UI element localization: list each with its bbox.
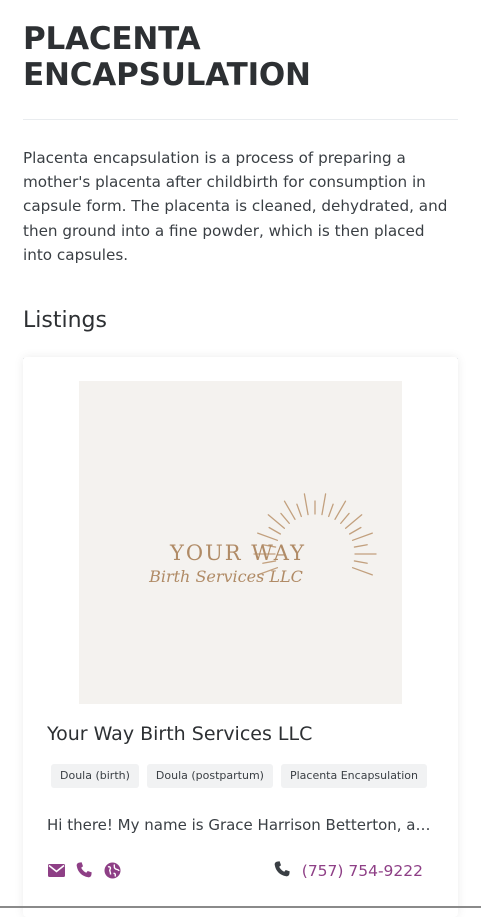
phone-icon[interactable] bbox=[75, 861, 93, 879]
globe-icon[interactable] bbox=[103, 861, 121, 879]
sun-ray bbox=[280, 512, 290, 525]
sun-ray bbox=[257, 532, 279, 541]
listing-excerpt: Hi there! My name is Grace Harrison Bett… bbox=[47, 816, 437, 834]
page-title-line-1: PLACENTA bbox=[23, 21, 201, 57]
sun-ray bbox=[321, 493, 327, 516]
phone-icon bbox=[274, 861, 290, 881]
sun-ray bbox=[353, 560, 368, 564]
sun-ray bbox=[348, 526, 362, 535]
category-description: Placenta encapsulation is a process of p… bbox=[23, 149, 448, 264]
divider bbox=[23, 119, 458, 120]
logo-text-line-2: Birth Services LLC bbox=[148, 567, 303, 586]
sun-ray bbox=[344, 514, 363, 529]
sun-ray bbox=[296, 503, 302, 518]
page-title: PLACENTA ENCAPSULATION bbox=[23, 21, 458, 93]
sun-ray bbox=[267, 514, 286, 529]
tag-placenta-encapsulation[interactable]: Placenta Encapsulation bbox=[280, 764, 427, 788]
listing-card[interactable]: YOUR WAY Birth Services LLC Your Way Bir… bbox=[23, 357, 458, 917]
sun-ray bbox=[353, 544, 368, 548]
contact-icons bbox=[47, 861, 121, 879]
listings-heading: Listings bbox=[23, 308, 107, 334]
sun-ray bbox=[351, 567, 373, 576]
page-title-line-2: ENCAPSULATION bbox=[23, 57, 311, 93]
sun-ray bbox=[283, 500, 296, 521]
tag-doula-birth[interactable]: Doula (birth) bbox=[51, 764, 139, 788]
listing-title[interactable]: Your Way Birth Services LLC bbox=[47, 721, 312, 747]
sun-ray bbox=[340, 512, 350, 525]
main-content: PLACENTA ENCAPSULATION Placenta encapsul… bbox=[23, 0, 458, 917]
sun-ray bbox=[268, 526, 282, 535]
listing-tags: Doula (birth) Doula (postpartum) Placent… bbox=[51, 764, 427, 788]
sun-ray bbox=[328, 503, 334, 518]
sun-ray bbox=[334, 500, 347, 521]
sun-ray bbox=[303, 493, 309, 516]
phone-contact[interactable]: (757) 754-9222 bbox=[274, 861, 423, 881]
sun-rays-logo-icon: YOUR WAY Birth Services LLC bbox=[148, 493, 377, 586]
listing-logo[interactable]: YOUR WAY Birth Services LLC bbox=[79, 381, 402, 704]
envelope-icon[interactable] bbox=[47, 861, 65, 879]
logo-text-line-1: YOUR WAY bbox=[169, 541, 306, 565]
phone-number-link[interactable]: (757) 754-9222 bbox=[302, 861, 423, 881]
tag-doula-postpartum[interactable]: Doula (postpartum) bbox=[146, 764, 273, 788]
sun-ray bbox=[351, 532, 373, 541]
